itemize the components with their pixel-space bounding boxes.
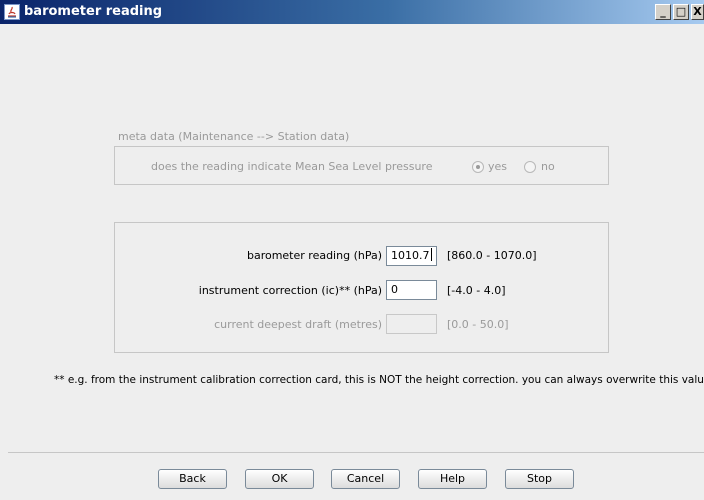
minimize-button[interactable]: _ [655,4,671,20]
yes-radio[interactable] [472,161,484,173]
back-button[interactable]: Back [158,469,227,489]
msl-question-label: does the reading indicate Mean Sea Level… [151,160,433,173]
barometer-reading-label: barometer reading (hPa) [246,249,382,262]
no-radio-label[interactable]: no [541,160,555,173]
window-title-bar[interactable]: barometer reading _ □ X [0,0,704,24]
instrument-correction-field[interactable]: 0 [386,280,437,300]
barometer-reading-value: 1010.7 [391,249,430,262]
help-button[interactable]: Help [418,469,487,489]
deepest-draft-label: current deepest draft (metres) [214,318,382,331]
barometer-reading-field[interactable]: 1010.7 [386,246,437,266]
close-button[interactable]: X [691,4,704,20]
instrument-correction-label: instrument correction (ic)** (hPa) [198,284,382,297]
meta-section-title: meta data (Maintenance --> Station data) [118,130,350,143]
cancel-button[interactable]: Cancel [331,469,400,489]
deepest-draft-field[interactable] [386,314,437,334]
instrument-correction-range: [-4.0 - 4.0] [447,284,506,297]
no-radio[interactable] [524,161,536,173]
maximize-button[interactable]: □ [673,4,689,20]
barometer-reading-range: [860.0 - 1070.0] [447,249,537,262]
ok-button[interactable]: OK [245,469,314,489]
radio-selected-dot [476,165,480,169]
stop-button[interactable]: Stop [505,469,574,489]
window-title: barometer reading [24,4,163,19]
text-caret [430,248,432,261]
footnote-text: ** e.g. from the instrument calibration … [54,374,704,386]
deepest-draft-range: [0.0 - 50.0] [447,318,509,331]
java-app-icon [4,4,20,20]
yes-radio-label[interactable]: yes [488,160,507,173]
button-bar-separator [8,452,704,453]
